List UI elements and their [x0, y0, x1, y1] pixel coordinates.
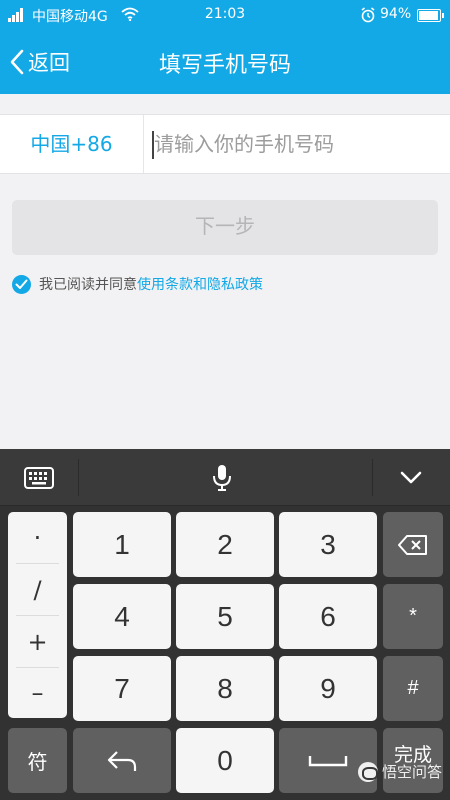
voice-input-button[interactable]: [180, 449, 264, 506]
watermark-text: 悟空问答: [381, 763, 442, 781]
chevron-down-icon: [400, 471, 422, 483]
key-4[interactable]: 4: [73, 584, 171, 649]
page-title: 填写手机号码: [158, 53, 291, 78]
text-caret: [152, 131, 154, 159]
return-arrow-icon: [107, 750, 137, 771]
battery-level-fill: [419, 11, 438, 20]
backspace-icon: [398, 534, 427, 555]
phone-input[interactable]: [150, 125, 440, 163]
agreement-checkbox[interactable]: [12, 274, 31, 294]
key-3[interactable]: 3: [279, 512, 377, 577]
symbols-switch-key[interactable]: 符: [8, 728, 67, 793]
return-key[interactable]: [73, 728, 171, 793]
wukong-logo-icon: [357, 761, 378, 782]
keyboard-switch-button[interactable]: [0, 449, 78, 506]
alarm-icon: [361, 7, 375, 23]
hash-key[interactable]: #: [383, 656, 443, 721]
phone-row: 中国+86: [0, 114, 450, 174]
key-9[interactable]: 9: [279, 656, 377, 721]
backspace-key[interactable]: [383, 512, 443, 577]
key-7[interactable]: 7: [73, 656, 171, 721]
symbol-key-slash[interactable]: /: [8, 564, 67, 615]
hide-keyboard-button[interactable]: [372, 449, 450, 506]
watermark: 悟空问答: [357, 761, 442, 782]
battery-percent: 94%: [380, 6, 412, 22]
key-2[interactable]: 2: [176, 512, 274, 577]
key-0[interactable]: 0: [176, 728, 274, 793]
terms-privacy-link[interactable]: 使用条款和隐私政策: [137, 274, 263, 294]
space-icon: [308, 755, 348, 766]
status-bar: 中国移动4G 21:03 94%: [0, 0, 450, 30]
keyboard-icon: [24, 466, 54, 489]
title-bar: 返回 填写手机号码: [0, 30, 450, 94]
star-key[interactable]: *: [383, 584, 443, 649]
symbol-key-dash[interactable]: –: [8, 667, 67, 718]
microphone-icon: [213, 464, 231, 491]
symbol-key-dot[interactable]: ·: [8, 512, 67, 563]
agreement-text: 我已阅读并同意: [39, 277, 137, 293]
symbol-column: · / + –: [8, 512, 67, 718]
keyboard-toolbar: [0, 449, 450, 506]
key-6[interactable]: 6: [279, 584, 377, 649]
battery-icon: [417, 9, 444, 22]
checkmark-icon: [15, 279, 28, 289]
key-5[interactable]: 5: [176, 584, 274, 649]
country-code-selector[interactable]: 中国+86: [0, 115, 144, 173]
next-step-button[interactable]: 下一步: [12, 200, 438, 255]
key-1[interactable]: 1: [73, 512, 171, 577]
numeric-keyboard: · / + – 1 2 3 4 5 6 7 8 9 * # 符 0 完成: [0, 449, 450, 800]
key-8[interactable]: 8: [176, 656, 274, 721]
agreement-row: 我已阅读并同意 使用条款和隐私政策: [12, 273, 263, 295]
symbol-key-plus[interactable]: +: [8, 616, 67, 667]
